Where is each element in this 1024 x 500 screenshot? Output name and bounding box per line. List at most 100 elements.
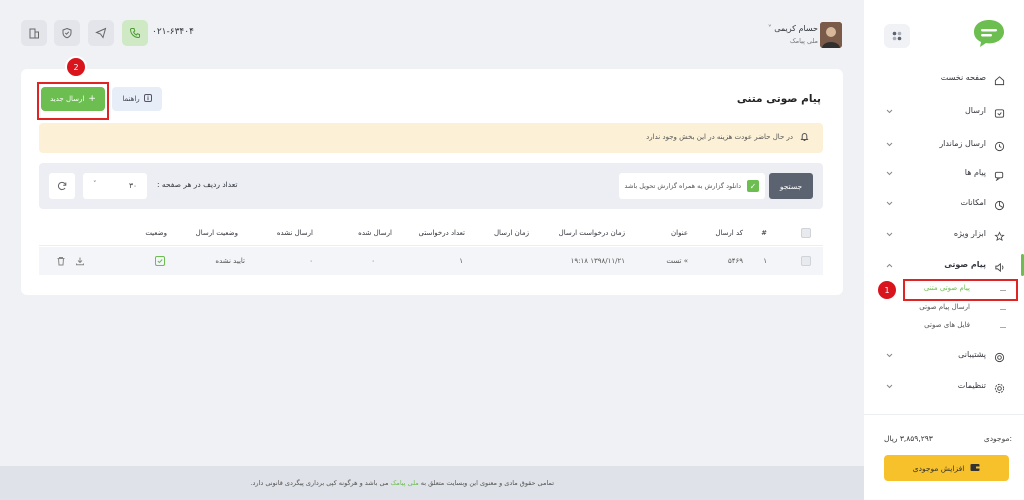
- sidebar-item-label: ارسال زماندار: [939, 139, 986, 148]
- sidebar-item-support[interactable]: پشتیبانی: [864, 345, 1024, 369]
- telegram-button[interactable]: [88, 20, 114, 46]
- cell-send-status: تایید نشده: [215, 257, 245, 265]
- sidebar-item-settings[interactable]: تنظیمات: [864, 376, 1024, 400]
- cell-index: ۱: [763, 257, 767, 265]
- increase-balance-button[interactable]: افزایش موجودی: [884, 455, 1009, 481]
- chevron-down-icon: [884, 381, 894, 391]
- site-link[interactable]: ملی پیامک: [391, 479, 419, 487]
- col-header-sent: ارسال شده: [358, 229, 392, 237]
- cell-not-sent: ۰: [309, 257, 313, 265]
- sidebar-item-voice-message[interactable]: پیام صوتی: [864, 255, 1024, 279]
- chevron-down-icon: [884, 198, 894, 208]
- chevron-down-icon: [884, 229, 894, 239]
- trash-icon[interactable]: [56, 256, 66, 268]
- increase-balance-label: افزایش موجودی: [912, 463, 965, 473]
- annotation-badge-2: 2: [65, 56, 87, 78]
- settings-icon: [992, 381, 1006, 395]
- col-header-send-time: زمان ارسال: [493, 229, 529, 237]
- building-icon-button[interactable]: [21, 20, 47, 46]
- wallet-icon: [970, 463, 980, 474]
- col-header-request-time[interactable]: زمان درخواست ارسال: [559, 229, 625, 237]
- sidebar-item-scheduled-send[interactable]: ارسال زماندار: [864, 134, 1024, 158]
- sidebar-subitem-label: ارسال پیام صوتی: [919, 303, 970, 311]
- chevron-down-icon: ˅: [93, 180, 97, 188]
- chevron-down-icon: [884, 350, 894, 360]
- user-name[interactable]: حسام کریمی ˅: [768, 24, 818, 33]
- checkbox-checked[interactable]: ✓: [747, 180, 759, 192]
- col-header-not-sent: ارسال نشده: [276, 229, 313, 237]
- clock-icon: [992, 139, 1006, 153]
- speaker-icon: [992, 260, 1006, 274]
- notice-text: در حال حاضر عودت هزینه در این بخش وجود ن…: [646, 133, 793, 141]
- sidebar-subitem-voice-files[interactable]: فایل های صوتی: [864, 318, 1024, 336]
- messages-icon: [992, 168, 1006, 182]
- home-icon: [992, 73, 1006, 87]
- footer: تمامی حقوق مادی و معنوی این وبسایت متعلق…: [0, 466, 864, 500]
- search-button[interactable]: جستجو: [769, 173, 813, 199]
- dash-marker: [1000, 309, 1006, 310]
- guide-button[interactable]: راهنما: [112, 87, 162, 111]
- annotation-highlight-1: [903, 279, 1018, 301]
- col-header-status: وضعیت: [145, 229, 167, 237]
- col-header-title: عنوان: [671, 229, 688, 237]
- divider: [864, 414, 1024, 415]
- apps-grid-button[interactable]: [884, 24, 910, 48]
- download-report-option[interactable]: ✓ دانلود گزارش به همراه گزارش تحویل باشد: [619, 173, 765, 199]
- cell-code: ۵۴۶۹: [727, 257, 743, 265]
- chevron-down-icon: [884, 106, 894, 116]
- bell-icon: [800, 132, 809, 144]
- sidebar: صفحه نخست ارسال ارسال زماندار پیام ها ام…: [864, 0, 1024, 500]
- copyright-text: تمامی حقوق مادی و معنوی این وبسایت متعلق…: [250, 479, 554, 487]
- user-company: ملی پیامک: [789, 37, 818, 45]
- balance-label: موجودی:: [983, 434, 1012, 443]
- sidebar-item-send[interactable]: ارسال: [864, 101, 1024, 125]
- sidebar-item-label: پیام صوتی: [944, 260, 986, 269]
- sidebar-item-special-tools[interactable]: ابزار ویژه: [864, 224, 1024, 248]
- annotation-highlight-2: [37, 82, 109, 120]
- cell-request-time: ۱۳۹۸/۱۱/۲۱ ۱۹:۱۸: [570, 257, 625, 265]
- annotation-badge-1: 1: [876, 279, 898, 301]
- chevron-up-icon: [884, 260, 894, 270]
- phone-icon: [129, 28, 140, 39]
- col-header-code: کد ارسال: [715, 229, 743, 237]
- sidebar-subitem-label: فایل های صوتی: [924, 321, 970, 329]
- balance-value: ۳,۸۵۹,۲۹۳ ریال: [884, 434, 933, 443]
- star-icon: [992, 229, 1006, 243]
- sidebar-item-features[interactable]: امکانات: [864, 193, 1024, 217]
- divider: [39, 245, 823, 246]
- sidebar-item-label: ارسال: [964, 106, 986, 115]
- call-button[interactable]: [122, 20, 148, 46]
- chevron-down-icon: ˅: [767, 24, 772, 33]
- rows-per-page-select[interactable]: ۳۰ ˅: [83, 173, 147, 199]
- page-title: پیام صوتی متنی: [736, 93, 821, 105]
- sidebar-item-label: صفحه نخست: [940, 73, 986, 82]
- chevron-down-icon: [884, 139, 894, 149]
- sidebar-subitem-send-voice[interactable]: ارسال پیام صوتی: [864, 300, 1024, 318]
- grid-icon: [892, 31, 902, 41]
- shield-icon-button[interactable]: [54, 20, 80, 46]
- copyright-part: می باشد و هرگونه کپی برداری پیگردی قانون…: [250, 479, 389, 487]
- sidebar-item-home[interactable]: صفحه نخست: [864, 68, 1024, 92]
- info-icon: [143, 94, 152, 104]
- download-icon[interactable]: [75, 256, 85, 268]
- sidebar-item-messages[interactable]: پیام ها: [864, 163, 1024, 187]
- sidebar-item-label: ابزار ویژه: [953, 229, 986, 238]
- features-icon: [992, 198, 1006, 212]
- row-checkbox[interactable]: [801, 256, 811, 266]
- refresh-icon: [57, 181, 67, 191]
- select-all-checkbox[interactable]: [801, 228, 811, 238]
- avatar[interactable]: [820, 22, 842, 48]
- copyright-part: تمامی حقوق مادی و معنوی این وبسایت متعلق…: [420, 479, 554, 487]
- cell-sent: ۰: [371, 257, 375, 265]
- sidebar-item-label: پشتیبانی: [958, 350, 986, 359]
- rows-per-page-value: ۳۰: [128, 181, 137, 190]
- support-icon: [992, 350, 1006, 364]
- refresh-button[interactable]: [49, 173, 75, 199]
- sidebar-item-label: امکانات: [960, 198, 986, 207]
- col-header-requested: تعداد درخواستی: [418, 229, 465, 237]
- cell-requested: ۱: [459, 257, 463, 265]
- paper-plane-icon: [95, 27, 107, 39]
- send-box-icon: [992, 106, 1006, 120]
- cell-title[interactable]: » تست: [666, 257, 688, 265]
- col-header-index: #: [761, 229, 767, 237]
